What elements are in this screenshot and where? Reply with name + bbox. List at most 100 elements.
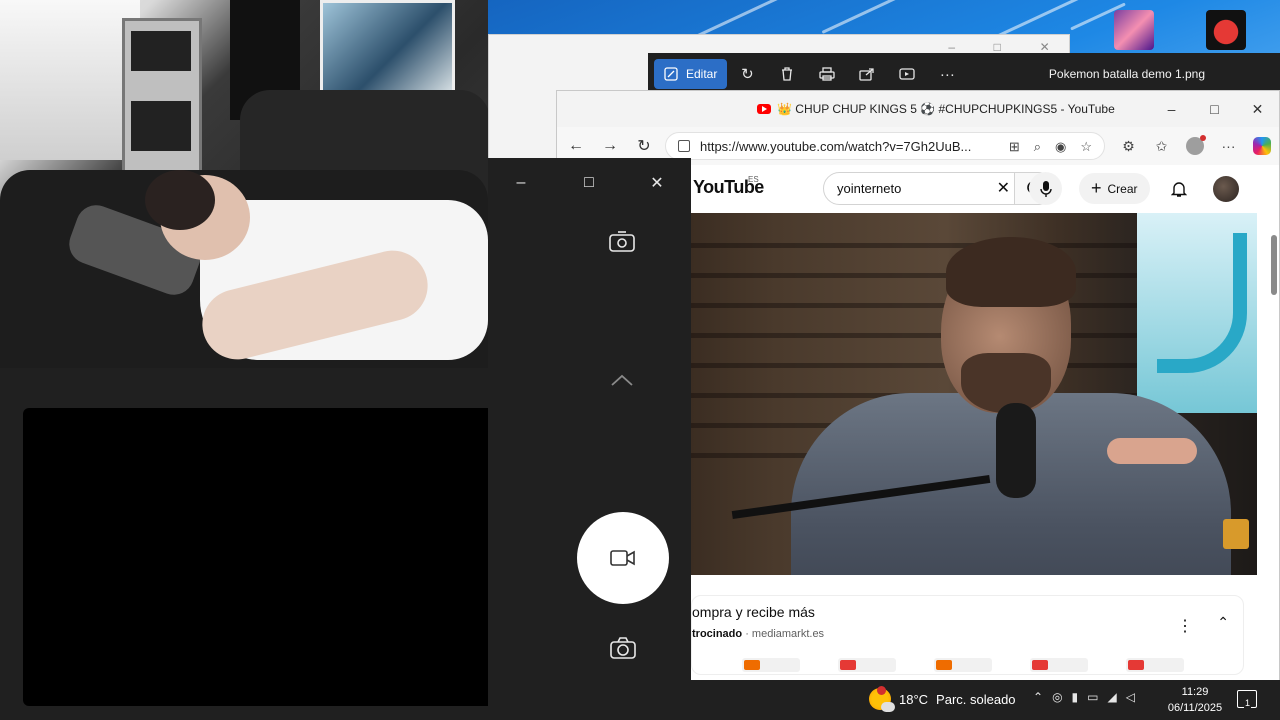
photos-toolbar: Editar ↻ ··· Pokemon batalla demo 1.png [648,53,1280,95]
favorite-star-icon[interactable]: ☆ [1080,139,1092,155]
minimize-icon[interactable]: – [501,168,541,198]
video-player[interactable] [691,213,1257,575]
search-input[interactable]: yointerneto ✕ [823,172,1015,205]
app-available-icon[interactable]: ⊞ [1009,139,1020,155]
close-icon[interactable]: ✕ [1236,91,1279,127]
channel-watermark-icon [1223,519,1249,549]
site-info-icon[interactable] [678,140,690,152]
video-frame-detail [946,237,1076,307]
ad-product-tile[interactable] [1030,658,1088,672]
clear-search-icon[interactable]: ✕ [997,178,1010,198]
browser-tab[interactable]: 👑 CHUP CHUP KINGS 5 ⚽ #CHUPCHUPKINGS5 - … [757,91,1115,127]
clock-date: 06/11/2025 [1167,702,1223,714]
ad-product-tile[interactable] [1126,658,1184,672]
desktop-app-icon[interactable] [1206,10,1246,50]
ellipsis-icon: ··· [939,65,955,83]
video-frame-person [731,237,1231,575]
tracking-prevention-icon[interactable]: ◉ [1055,139,1066,155]
ad-title: ompra y recibe más [692,604,815,620]
ad-product-tile[interactable] [934,658,992,672]
address-bar[interactable]: https://www.youtube.com/watch?v=7Gh2UuB.… [665,132,1105,160]
country-code: ES [748,175,759,184]
profile-avatar-icon[interactable] [1186,135,1206,155]
video-camera-icon [610,550,635,566]
maximize-icon[interactable]: □ [994,40,1001,54]
ad-product-tile[interactable] [838,658,896,672]
maximize-icon[interactable]: □ [569,168,609,198]
battery-icon[interactable]: ▭ [1087,690,1098,704]
take-photo-icon[interactable] [609,636,637,660]
wifi-icon[interactable]: ◢ [1108,690,1117,704]
voice-search-button[interactable] [1029,172,1062,205]
meet-now-icon[interactable]: ◎ [1052,690,1062,704]
browser-title-bar: 👑 CHUP CHUP KINGS 5 ⚽ #CHUPCHUPKINGS5 - … [557,91,1279,127]
edit-button[interactable]: Editar [654,59,728,89]
microphone-icon[interactable]: ▮ [1072,690,1079,704]
arrow-right-icon: → [602,137,618,154]
url-text: https://www.youtube.com/watch?v=7Gh2UuB.… [700,138,972,154]
video-frame-detail [996,403,1036,498]
sponsored-ad-card[interactable]: ompra y recibe más trocinado · mediamark… [691,595,1244,675]
browser-toolbar-right: ⚙ ✩ ··· [1112,129,1279,163]
chevron-up-icon[interactable]: ⌃ [1217,614,1229,631]
record-video-button[interactable] [577,512,669,604]
print-button[interactable] [807,59,847,89]
printer-icon [819,67,836,81]
close-icon[interactable]: ✕ [1040,40,1050,54]
weather-condition: Parc. soleado [936,691,1016,707]
create-label: Crear [1107,181,1138,196]
trash-icon [782,67,793,81]
desktop-app-icon[interactable] [1114,10,1154,50]
maximize-icon[interactable]: □ [1193,91,1236,127]
search-value: yointerneto [837,181,902,196]
temperature: 18°C [899,691,929,707]
taskbar: 18°C Parc. soleado ⌃ ◎ ▮ ▭ ◢ ◁ 11:29 06/… [691,680,1280,720]
zoom-icon[interactable]: ⌕ [1034,139,1041,155]
favorites-icon[interactable]: ✩ [1145,129,1178,163]
page-scrollbar[interactable] [1269,217,1277,677]
webcam-scene-detail [320,0,455,100]
video-frame-detail [1157,233,1247,373]
ad-product-tiles [692,658,1243,676]
ad-separator: · [745,628,752,640]
weather-alert-badge [877,686,886,695]
refresh-icon: ↻ [637,138,651,155]
notifications-button[interactable] [1167,177,1191,201]
slideshow-button[interactable] [887,59,927,89]
close-icon[interactable]: ✕ [637,168,677,198]
scrollbar-thumb[interactable] [1271,235,1277,295]
ad-domain: mediamarkt.es [751,628,825,640]
copilot-icon[interactable] [1253,137,1271,155]
share-icon [859,68,875,81]
system-tray: ⌃ ◎ ▮ ▭ ◢ ◁ [1033,690,1135,704]
rotate-button[interactable]: ↻ [727,59,767,89]
chevron-up-icon[interactable] [610,372,634,388]
more-vert-icon[interactable]: ⋮ [1177,616,1193,636]
account-avatar[interactable] [1213,176,1239,202]
camera-preview [23,408,554,706]
notification-count: 1 [1244,698,1252,708]
volume-icon[interactable]: ◁ [1126,690,1135,704]
switch-camera-icon[interactable] [608,230,636,254]
ad-product-tile[interactable] [742,658,800,672]
settings-more-icon[interactable]: ··· [1212,129,1245,163]
camera-lower-panel [0,368,556,720]
tab-title: 👑 CHUP CHUP KINGS 5 ⚽ #CHUPCHUPKINGS5 - … [777,102,1115,116]
address-bar-icons: ⊞ ⌕ ◉ ☆ [1009,139,1092,155]
weather-widget[interactable]: 18°C Parc. soleado [869,688,1016,712]
create-button[interactable]: + Crear [1079,173,1150,204]
extensions-icon[interactable]: ⚙ [1112,129,1145,163]
video-frame-detail [1107,438,1197,464]
more-options-button[interactable]: ··· [927,59,967,89]
edit-image-icon [664,67,678,81]
window-controls: – □ ✕ [1150,91,1279,127]
chevron-up-icon[interactable]: ⌃ [1033,690,1043,704]
webcam-scene-detail [0,0,140,160]
minimize-icon[interactable]: – [1150,91,1193,127]
minimize-icon[interactable]: – [948,40,955,54]
delete-button[interactable] [767,59,807,89]
taskbar-clock[interactable]: 11:29 06/11/2025 [1167,684,1223,716]
share-button[interactable] [847,59,887,89]
photo-file-title: Pokemon batalla demo 1.png [1048,67,1205,81]
microphone-icon [1039,180,1052,197]
